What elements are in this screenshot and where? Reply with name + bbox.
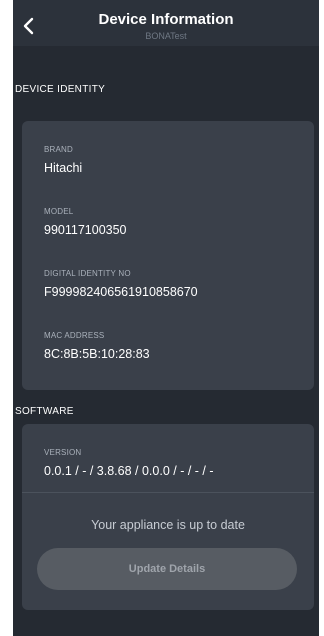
version-value: 0.0.1 / - / 3.8.68 / 0.0.0 / - / - / - [44,464,214,478]
digital-identity-label: DIGITAL IDENTITY NO [44,269,131,278]
device-name-subtitle: BONATest [145,31,187,41]
brand-label: BRAND [44,145,74,154]
device-information-screen: Device Information BONATest DEVICE IDENT… [13,0,319,636]
update-details-button[interactable]: Update Details [37,548,297,590]
version-label: VERSION [44,448,82,457]
device-identity-card: BRAND Hitachi MODEL 990117100350 DIGITAL… [22,121,314,390]
divider [22,492,314,493]
page-title: Device Information [98,11,234,28]
mac-address-value: 8C:8B:5B:10:28:83 [44,347,150,361]
model-value: 990117100350 [44,223,127,237]
update-status-text: Your appliance is up to date [91,518,245,532]
top-bar: Device Information BONATest [13,0,319,46]
mac-address-label: MAC ADDRESS [44,331,105,340]
brand-value: Hitachi [44,161,83,175]
software-heading: SOFTWARE [15,406,74,417]
digital-identity-value: F999982406561910858670 [44,285,198,299]
software-card: VERSION 0.0.1 / - / 3.8.68 / 0.0.0 / - /… [22,424,314,610]
model-label: MODEL [44,207,74,216]
device-identity-heading: DEVICE IDENTITY [15,84,106,95]
